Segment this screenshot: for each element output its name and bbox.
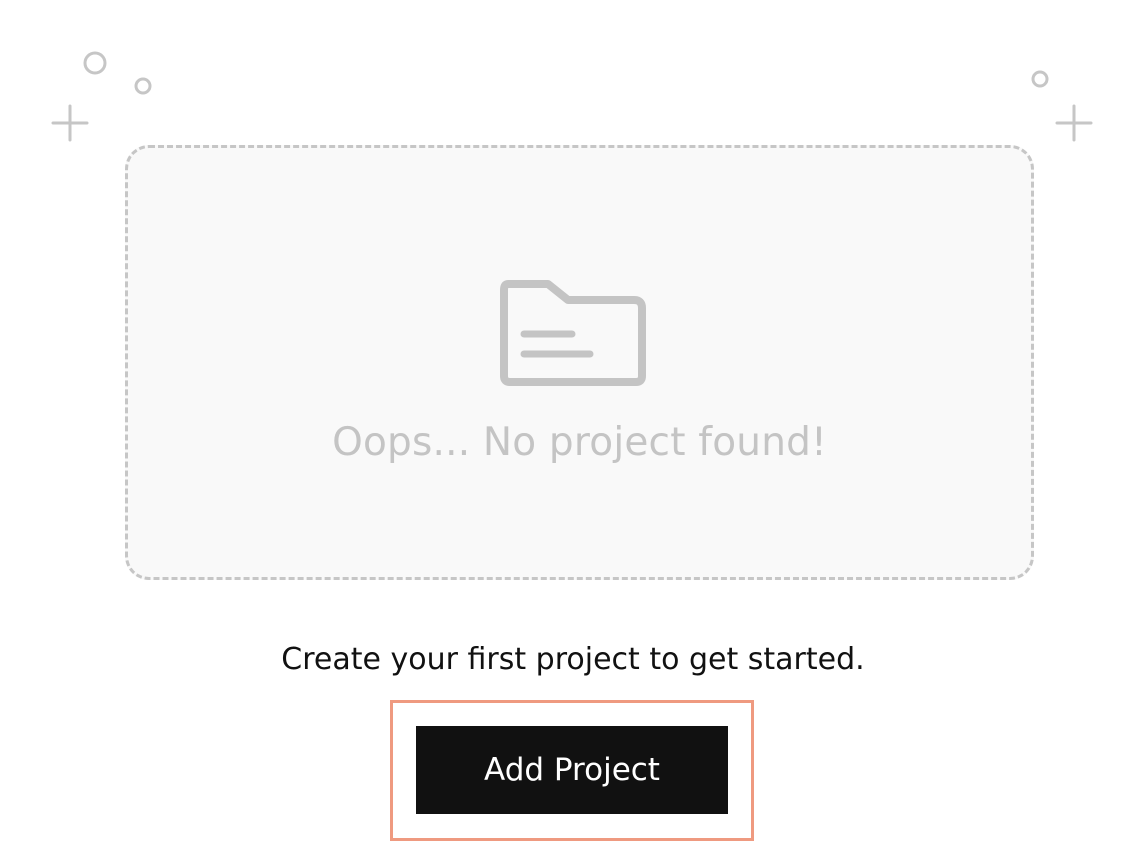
folder-icon bbox=[500, 280, 646, 386]
add-project-button[interactable]: Add Project bbox=[416, 726, 728, 814]
empty-state-message: Oops... No project found! bbox=[332, 420, 827, 465]
get-started-prompt: Create your first project to get started… bbox=[281, 642, 865, 677]
circle-icon bbox=[83, 51, 107, 75]
plus-icon bbox=[1055, 104, 1093, 142]
plus-icon bbox=[51, 104, 89, 142]
circle-icon bbox=[134, 77, 152, 95]
empty-state-screen: Oops... No project found! Create your fi… bbox=[0, 0, 1146, 846]
circle-icon bbox=[1031, 70, 1049, 88]
empty-projects-card: Oops... No project found! bbox=[125, 145, 1034, 580]
